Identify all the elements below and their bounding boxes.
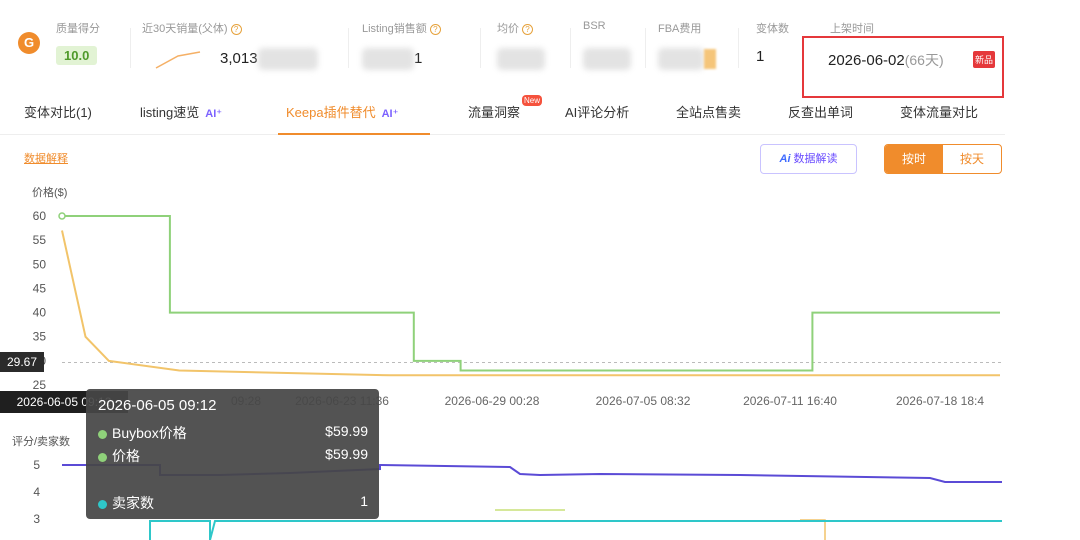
variants-label: 变体数 — [756, 23, 789, 35]
redacted-value — [497, 48, 545, 70]
fee-bar — [704, 49, 716, 69]
launch-days: (66天) — [904, 52, 944, 68]
rating-tick-label: 3 — [33, 512, 40, 526]
help-icon[interactable]: ? — [522, 24, 533, 35]
brand-logo-icon: G — [18, 32, 40, 54]
by-day-button[interactable]: 按天 — [943, 145, 1001, 173]
rating-tick-label: 5 — [33, 458, 40, 472]
listing-sales-label: Listing销售额 — [362, 23, 427, 35]
x-tick-label: 2026-07-18 18:4 — [896, 394, 984, 408]
series-line-overlay — [800, 519, 826, 540]
divider — [645, 28, 646, 68]
by-hour-button[interactable]: 按时 — [885, 145, 943, 173]
tab-variant-compare[interactable]: 变体对比(1) — [24, 102, 92, 121]
tooltip-title: 2026-06-05 09:12 — [98, 397, 217, 414]
data-explain-link[interactable]: 数据解释 — [24, 150, 68, 166]
divider — [130, 28, 131, 68]
tooltip-row-buybox: Buybox价格 $59.99 — [98, 423, 368, 443]
ai-icon: AI⁺ — [205, 108, 223, 120]
sales-trend-sparkline — [155, 51, 201, 69]
ai-data-interpret-button[interactable]: Ai 数据解读 — [760, 144, 857, 174]
price-tick-label: 25 — [33, 378, 47, 392]
price-tick-label: 40 — [33, 306, 47, 320]
tab-ai-review-analysis[interactable]: AI评论分析 — [565, 102, 629, 121]
variants-value: 1 — [756, 48, 765, 65]
redacted-value — [658, 48, 704, 70]
sales-30d-value: 3,013 — [220, 49, 258, 67]
divider — [570, 28, 571, 68]
seller-count-line — [149, 520, 1002, 540]
rating-tick-label: 4 — [33, 485, 40, 499]
divider — [738, 28, 739, 68]
price-tick-label: 50 — [33, 257, 47, 271]
redacted-value — [362, 48, 414, 70]
active-tab-indicator — [278, 133, 430, 135]
ai-icon: Ai — [779, 153, 791, 165]
granularity-toggle: 按时 按天 — [884, 144, 1002, 174]
tooltip-row-sellers: 卖家数 1 — [98, 493, 368, 513]
redacted-value — [257, 48, 318, 70]
quality-score-badge: 10.0 — [56, 46, 98, 65]
series-start-point — [58, 212, 66, 220]
new-badge: New — [522, 95, 543, 106]
x-tick-label: 2026-07-05 08:32 — [596, 394, 691, 408]
chart-tooltip: 2026-06-05 09:12 Buybox价格 $59.99 价格 $59.99… — [86, 389, 379, 519]
avg-price-label: 均价 — [497, 23, 519, 35]
series-dot — [98, 429, 107, 439]
tab-listing-overview[interactable]: listing速览 AI⁺ — [140, 102, 222, 121]
series-dot — [98, 499, 107, 509]
crosshair-price-label: 29.67 — [0, 352, 44, 372]
new-product-badge: 新品 — [973, 51, 996, 68]
x-tick-label: 2026-06-29 00:28 — [445, 394, 540, 408]
tab-reverse-keywords[interactable]: 反查出单词 — [788, 102, 853, 121]
tooltip-row-price: 价格 $59.99 — [98, 446, 368, 466]
launch-label: 上架时间 — [830, 23, 874, 35]
divider — [348, 28, 349, 68]
quality-score-label: 质量得分 — [56, 23, 100, 35]
launch-date: 2026-06-02 — [828, 52, 905, 69]
bsr-label: BSR — [583, 20, 606, 32]
help-icon[interactable]: ? — [429, 24, 441, 35]
series-dot — [98, 452, 107, 462]
tab-bar: 变体对比(1) listing速览 AI⁺ Keepa插件替代 AI⁺ 流量洞察 Ne… — [0, 90, 1005, 135]
redacted-value — [583, 48, 631, 70]
divider — [480, 28, 481, 68]
series-line-Buybox价格 — [62, 215, 1000, 372]
price-tick-label: 60 — [33, 209, 47, 223]
tab-all-sites-selling[interactable]: 全站点售卖 — [676, 102, 741, 121]
series-line-价格 — [61, 230, 1000, 377]
fba-fee-label: FBA费用 — [658, 23, 702, 35]
tab-traffic-insight[interactable]: 流量洞察 New — [468, 95, 543, 121]
price-tick-label: 45 — [33, 281, 47, 295]
x-tick-label: 2026-07-11 16:40 — [743, 394, 837, 408]
price-tick-label: 55 — [33, 233, 47, 247]
ai-icon: AI⁺ — [381, 108, 399, 120]
help-icon[interactable]: ? — [230, 24, 242, 35]
sales-30d-label: 近30天销量(父体) — [142, 23, 228, 35]
price-tick-label: 35 — [33, 330, 47, 344]
tab-variant-traffic-compare[interactable]: 变体流量对比 — [900, 102, 978, 121]
tab-keepa-replacement[interactable]: Keepa插件替代 AI⁺ — [286, 102, 398, 121]
listing-sales-value: 1 — [414, 49, 423, 67]
